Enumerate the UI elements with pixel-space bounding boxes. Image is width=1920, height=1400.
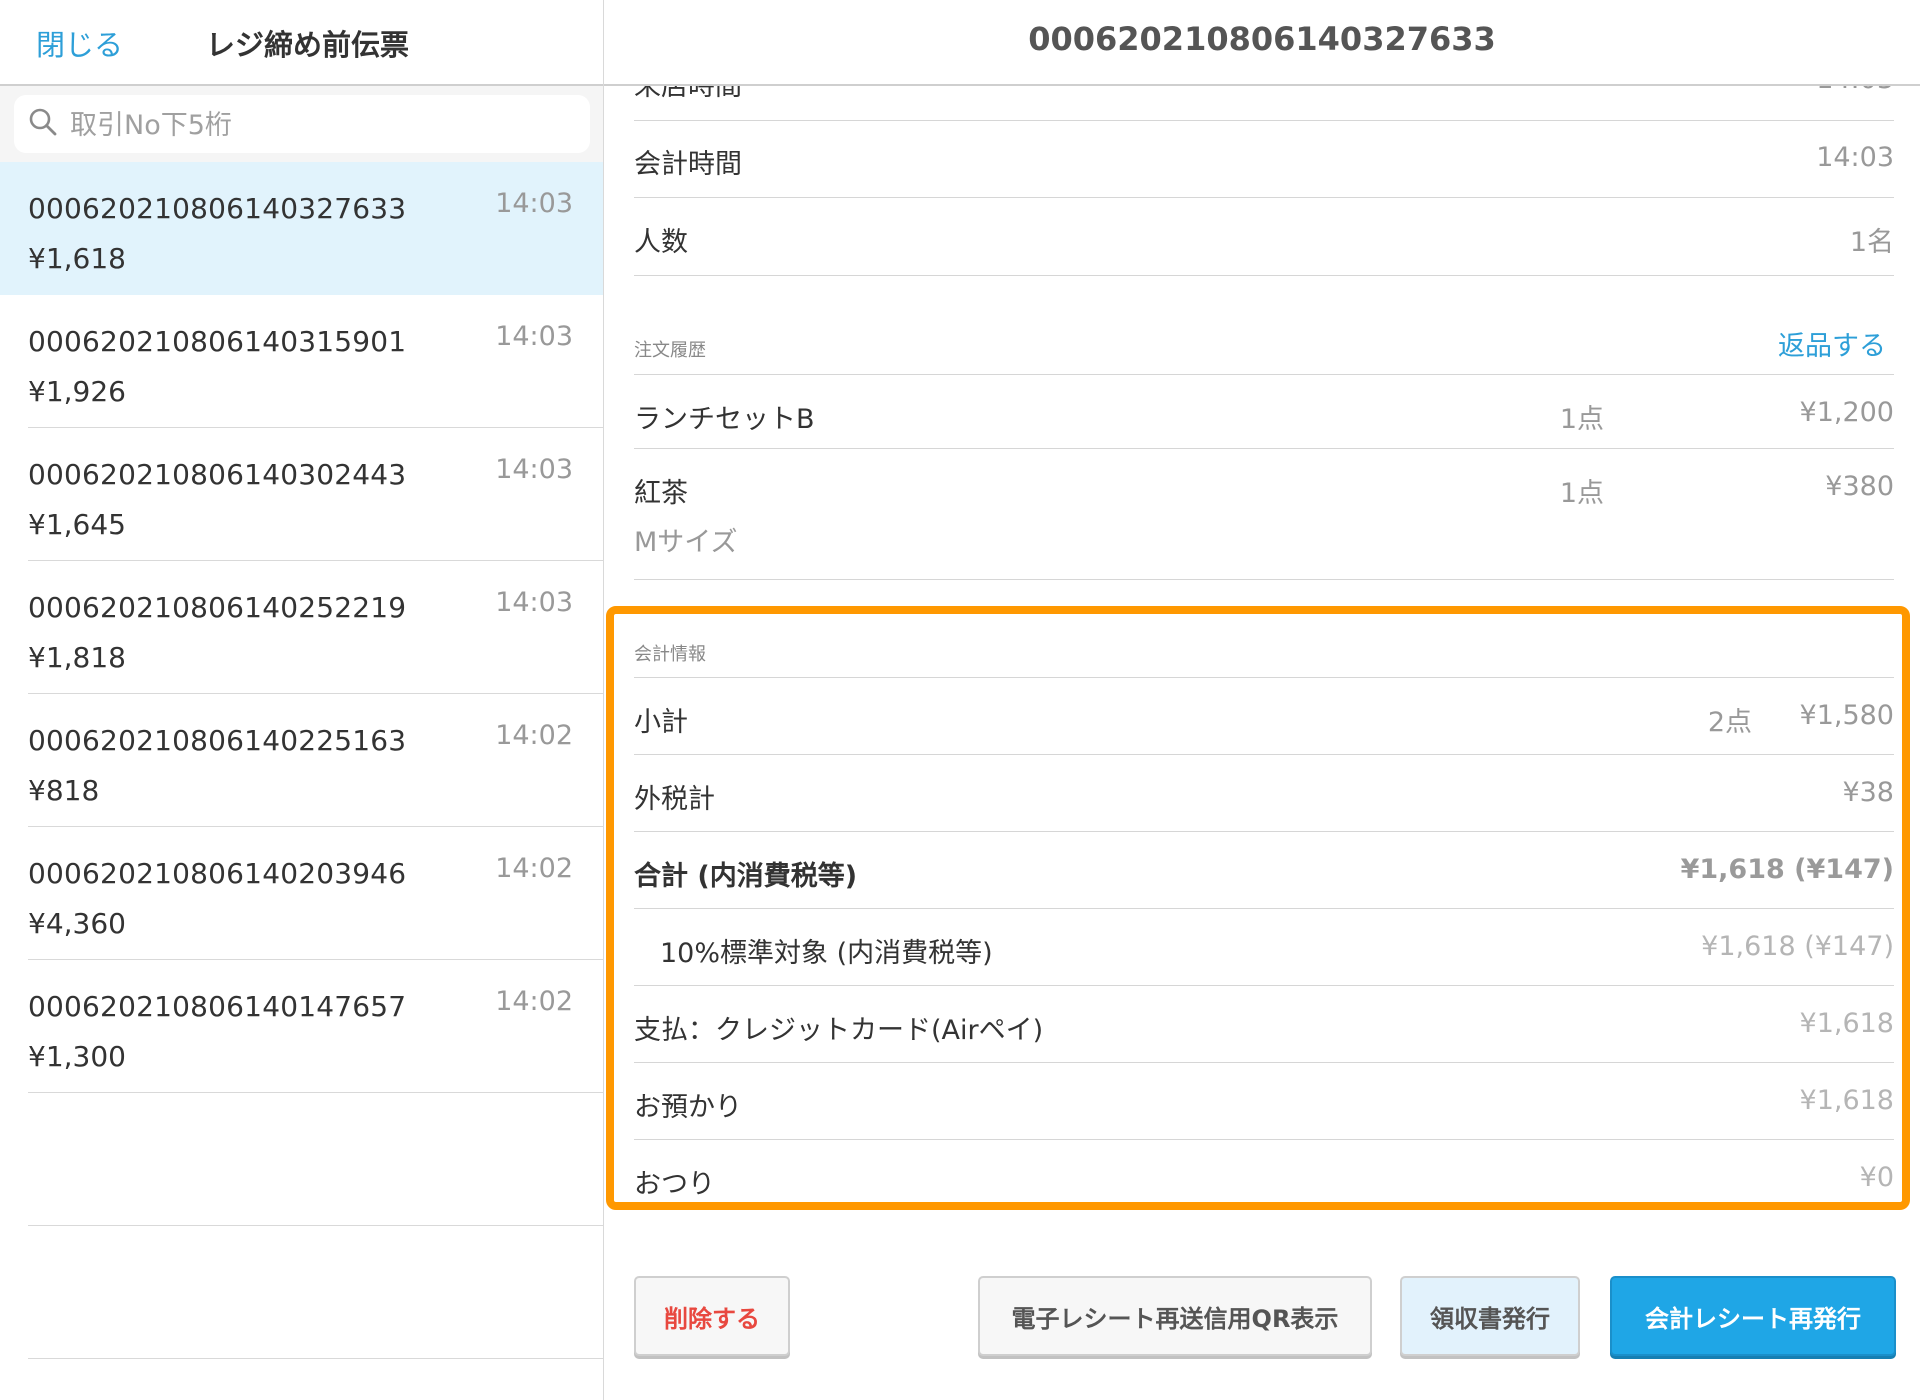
- change-label: おつり: [634, 1169, 715, 1200]
- order-item-name: 紅茶: [634, 478, 688, 509]
- order-item-price: ¥380: [1825, 471, 1894, 502]
- standard-rate-label: 10%標準対象 (内消費税等): [660, 938, 993, 969]
- external-tax-value: ¥38: [1842, 777, 1894, 808]
- delete-button[interactable]: 削除する: [634, 1276, 790, 1356]
- transaction-amount: ¥1,818: [28, 641, 126, 674]
- search-icon: [29, 108, 57, 136]
- transaction-number: 000620210806140203946: [28, 857, 407, 890]
- deposit-label: お預かり: [634, 1092, 742, 1123]
- subtotal-qty: 2点: [1707, 707, 1752, 738]
- total-label: 合計 (内消費税等): [634, 861, 858, 892]
- total-row: 合計 (内消費税等) ¥1,618 (¥147): [634, 832, 1894, 909]
- transaction-time: 14:03: [495, 188, 573, 219]
- order-item-name: ランチセットB: [634, 404, 815, 435]
- qr-display-button[interactable]: 電子レシート再送信用QR表示: [978, 1276, 1372, 1356]
- total-value: ¥1,618 (¥147): [1680, 854, 1894, 885]
- detail-row-checkout: 会計時間 14:03: [634, 120, 1894, 198]
- transaction-time: 14:02: [495, 720, 573, 751]
- transaction-time: 14:03: [495, 587, 573, 618]
- standard-rate-row: 10%標準対象 (内消費税等) ¥1,618 (¥147): [634, 909, 1894, 986]
- transaction-row[interactable]: 000620210806140302443 14:03 ¥1,645: [0, 428, 603, 561]
- transaction-amount: ¥818: [28, 774, 100, 807]
- transaction-number: 000620210806140315901: [28, 325, 407, 358]
- close-button[interactable]: 閉じる: [36, 22, 123, 64]
- external-tax-label: 外税計: [634, 784, 715, 815]
- reissue-receipt-button[interactable]: 会計レシート再発行: [1610, 1276, 1896, 1356]
- payment-info-heading: 会計情報: [634, 644, 706, 665]
- order-history-header: 注文履歴 返品する: [634, 276, 1894, 375]
- transaction-number: 000620210806140302443: [28, 458, 407, 491]
- empty-list-row: [0, 1093, 603, 1226]
- change-row: おつり ¥0: [634, 1140, 1894, 1202]
- transaction-time: 14:03: [495, 454, 573, 485]
- transaction-number: 000620210806140225163: [28, 724, 407, 757]
- search-box[interactable]: [14, 95, 590, 155]
- transaction-row[interactable]: 000620210806140315901 14:03 ¥1,926: [0, 295, 603, 428]
- transaction-number: 000620210806140252219: [28, 591, 407, 624]
- order-item-row[interactable]: ランチセットB 1点 ¥1,200: [634, 375, 1894, 449]
- checkout-value: 14:03: [1816, 142, 1894, 173]
- payment-method-value: ¥1,618: [1799, 1008, 1894, 1039]
- transaction-time: 14:03: [495, 321, 573, 352]
- transaction-row[interactable]: 000620210806140147657 14:02 ¥1,300: [0, 960, 603, 1093]
- order-history-heading: 注文履歴: [634, 340, 706, 361]
- subtotal-label: 小計: [634, 707, 688, 738]
- transaction-amount: ¥1,300: [28, 1040, 126, 1073]
- transaction-row[interactable]: 000620210806140327633 14:03 ¥1,618: [0, 162, 603, 295]
- return-button[interactable]: 返品する: [1778, 324, 1886, 363]
- deposit-row: お預かり ¥1,618: [634, 1063, 1894, 1140]
- transaction-time: 14:02: [495, 853, 573, 884]
- detail-header: 00062021080614032763​3: [604, 0, 1920, 86]
- transaction-detail-pane: 00062021080614032763​3 来店時間 14:03 会計時間 1…: [604, 0, 1920, 1400]
- order-item-price: ¥1,200: [1799, 397, 1894, 428]
- transaction-amount: ¥1,645: [28, 508, 126, 541]
- transaction-list: 000620210806140327633 14:03 ¥1,618 00062…: [0, 162, 603, 1359]
- people-label: 人数: [634, 227, 688, 258]
- payment-info-header: 会計情報: [634, 620, 1894, 678]
- search-input[interactable]: [68, 95, 572, 155]
- deposit-value: ¥1,618: [1799, 1085, 1894, 1116]
- payment-method-label: 支払：クレジットカード(Airペイ): [634, 1015, 1044, 1046]
- action-bar: 削除する 電子レシート再送信用QR表示 領収書発行 会計レシート再発行: [604, 1276, 1920, 1366]
- list-title: レジ締め前伝票: [206, 28, 410, 62]
- receipt-issue-button[interactable]: 領収書発行: [1400, 1276, 1580, 1356]
- order-item-qty: 1点: [1559, 478, 1604, 509]
- transaction-list-pane: 閉じる レジ締め前伝票 000620210806140327633 14:03 …: [0, 0, 604, 1400]
- detail-title: 00062021080614032763​3: [1028, 20, 1496, 58]
- list-header: 閉じる レジ締め前伝票: [0, 0, 603, 86]
- transaction-amount: ¥4,360: [28, 907, 126, 940]
- transaction-row[interactable]: 000620210806140225163 14:02 ¥818: [0, 694, 603, 827]
- subtotal-value: ¥1,580: [1799, 700, 1894, 731]
- people-value: 1名: [1849, 227, 1894, 258]
- detail-row-people: 人数 1名: [634, 198, 1894, 276]
- checkout-label: 会計時間: [634, 149, 742, 180]
- transaction-number: 000620210806140327633: [28, 192, 407, 225]
- search-bar: [0, 86, 603, 162]
- subtotal-row: 小計 2点 ¥1,580: [634, 678, 1894, 755]
- transaction-row[interactable]: 000620210806140203946 14:02 ¥4,360: [0, 827, 603, 960]
- transaction-amount: ¥1,926: [28, 375, 126, 408]
- payment-method-row: 支払：クレジットカード(Airペイ) ¥1,618: [634, 986, 1894, 1063]
- standard-rate-value: ¥1,618 (¥147): [1701, 931, 1894, 962]
- external-tax-row: 外税計 ¥38: [634, 755, 1894, 832]
- empty-list-row: [0, 1226, 603, 1359]
- transaction-time: 14:02: [495, 986, 573, 1017]
- transaction-amount: ¥1,618: [28, 242, 126, 275]
- order-item-qty: 1点: [1559, 404, 1604, 435]
- change-value: ¥0: [1859, 1162, 1894, 1193]
- transaction-row[interactable]: 000620210806140252219 14:03 ¥1,818: [0, 561, 603, 694]
- transaction-number: 000620210806140147657: [28, 990, 407, 1023]
- order-item-option: Mサイズ: [634, 527, 738, 558]
- order-item-row[interactable]: 紅茶 1点 ¥380 Mサイズ: [634, 449, 1894, 580]
- divider: [28, 1358, 603, 1359]
